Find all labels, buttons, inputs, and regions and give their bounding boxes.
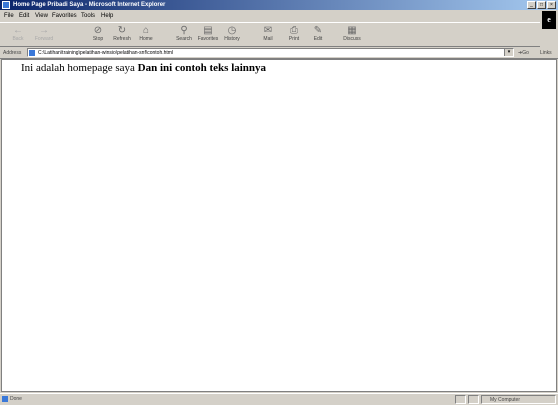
page-content: Ini adalah homepage saya Dan ini contoh …: [1, 59, 557, 392]
search-icon: ⚲: [180, 25, 188, 36]
stop-icon: ⊘: [93, 25, 103, 36]
title-bar[interactable]: Home Page Pribadi Saya - Microsoft Inter…: [0, 0, 558, 10]
discuss-button[interactable]: ▦ Discuss: [340, 25, 364, 47]
favorites-icon: ▤: [203, 25, 213, 36]
address-dropdown-button[interactable]: ▾: [504, 49, 513, 56]
refresh-button[interactable]: ↻ Refresh: [110, 25, 134, 47]
window-title: Home Page Pribadi Saya - Microsoft Inter…: [13, 2, 166, 8]
minimize-button[interactable]: _: [527, 1, 536, 9]
status-bar: Done My Computer: [0, 393, 558, 405]
search-button[interactable]: ⚲ Search: [172, 25, 196, 47]
menu-file[interactable]: File: [4, 11, 14, 21]
edit-button[interactable]: ✎ Edit: [306, 25, 330, 47]
done-page-icon: [2, 396, 8, 402]
browser-window: Home Page Pribadi Saya - Microsoft Inter…: [0, 0, 558, 405]
print-button[interactable]: ⎙ Print: [282, 25, 306, 47]
status-pane: [468, 395, 479, 404]
menu-tools[interactable]: Tools: [81, 11, 95, 21]
window-controls: _ □ ×: [527, 1, 556, 9]
mail-icon: ✉: [263, 25, 273, 36]
back-button[interactable]: ← Back: [6, 25, 30, 47]
links-button[interactable]: Links: [540, 47, 552, 59]
ie-app-icon[interactable]: [2, 1, 10, 9]
home-button[interactable]: ⌂ Home: [134, 25, 158, 47]
address-url[interactable]: C:\Latihan\training\pelatihan-winsio\pel…: [38, 49, 173, 57]
mail-button[interactable]: ✉ Mail: [256, 25, 280, 47]
print-icon: ⎙: [290, 25, 298, 36]
page-text: Ini adalah homepage saya Dan ini contoh …: [21, 61, 266, 75]
home-icon: ⌂: [142, 25, 150, 36]
menu-favorites[interactable]: Favorites: [52, 11, 77, 21]
address-field[interactable]: C:\Latihan\training\pelatihan-winsio\pel…: [27, 48, 514, 57]
history-icon: ◷: [227, 25, 237, 36]
security-zone: My Computer: [481, 395, 556, 404]
go-label: Go: [522, 50, 529, 56]
edit-icon: ✎: [313, 25, 323, 36]
status-text: Done: [10, 396, 22, 402]
page-icon: [29, 50, 35, 56]
refresh-icon: ↻: [117, 25, 127, 36]
ie-throbber-logo: e: [542, 11, 556, 29]
go-button[interactable]: ➜Go: [518, 47, 529, 59]
menu-view[interactable]: View: [35, 11, 48, 21]
back-arrow-icon: ←: [13, 25, 23, 36]
bold-text: Dan ini contoh teks lainnya: [137, 62, 267, 74]
address-label: Address: [3, 50, 22, 56]
normal-text: Ini adalah homepage saya: [21, 62, 138, 74]
toolbar: ← Back → Forward ⊘ Stop ↻ Refresh ⌂ Home…: [0, 22, 540, 47]
menu-bar: File Edit View Favorites Tools Help: [0, 11, 558, 21]
forward-button[interactable]: → Forward: [32, 25, 56, 47]
menu-edit[interactable]: Edit: [19, 11, 29, 21]
menu-help[interactable]: Help: [101, 11, 113, 21]
favorites-button[interactable]: ▤ Favorites: [196, 25, 220, 47]
maximize-button[interactable]: □: [537, 1, 546, 9]
status-pane: [455, 395, 466, 404]
forward-arrow-icon: →: [39, 25, 49, 36]
address-bar: Address C:\Latihan\training\pelatihan-wi…: [0, 47, 558, 59]
close-button[interactable]: ×: [547, 1, 556, 9]
stop-button[interactable]: ⊘ Stop: [86, 25, 110, 47]
discuss-icon: ▦: [347, 25, 357, 36]
history-button[interactable]: ◷ History: [220, 25, 244, 47]
